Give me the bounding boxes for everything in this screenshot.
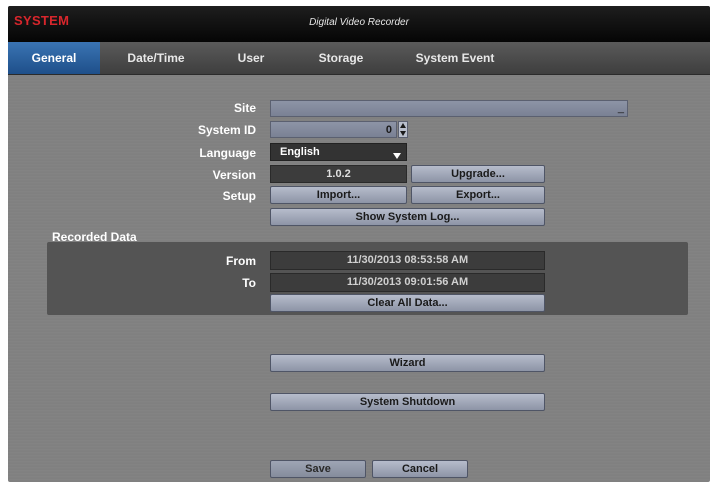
- dvr-window: SYSTEM Digital Video Recorder General Da…: [8, 6, 710, 482]
- from-label: From: [226, 254, 256, 268]
- triangle-up-icon[interactable]: [400, 123, 406, 128]
- system-id-input[interactable]: 0: [270, 121, 397, 138]
- system-id-stepper[interactable]: [398, 121, 408, 138]
- clear-all-data-button[interactable]: Clear All Data...: [270, 294, 545, 312]
- language-dropdown[interactable]: English: [270, 143, 407, 161]
- tab-user[interactable]: User: [216, 42, 286, 74]
- setup-label: Setup: [222, 189, 256, 203]
- tab-general[interactable]: General: [8, 42, 100, 74]
- version-value: 1.0.2: [270, 165, 407, 183]
- app-title: Digital Video Recorder: [309, 17, 409, 28]
- to-value: 11/30/2013 09:01:56 AM: [270, 273, 545, 292]
- tab-date-time[interactable]: Date/Time: [110, 42, 202, 74]
- text-cursor: _: [617, 102, 624, 114]
- system-id-value: 0: [385, 124, 392, 136]
- language-value: English: [280, 146, 320, 158]
- title-bar: SYSTEM Digital Video Recorder: [8, 6, 710, 42]
- version-label: Version: [212, 168, 256, 182]
- site-label: Site: [233, 101, 256, 115]
- system-id-label: System ID: [197, 123, 256, 137]
- triangle-down-icon[interactable]: [400, 131, 406, 136]
- wizard-button[interactable]: Wizard: [270, 354, 545, 372]
- show-system-log-button[interactable]: Show System Log...: [270, 208, 545, 226]
- export-button[interactable]: Export...: [411, 186, 545, 204]
- chevron-down-icon: [393, 153, 401, 159]
- to-label: To: [242, 276, 256, 290]
- system-shutdown-button[interactable]: System Shutdown: [270, 393, 545, 411]
- upgrade-button[interactable]: Upgrade...: [411, 165, 545, 183]
- save-button[interactable]: Save: [270, 460, 366, 478]
- tab-system-event[interactable]: System Event: [400, 42, 510, 74]
- language-label: Language: [199, 146, 256, 160]
- tab-bar: General Date/Time User Storage System Ev…: [8, 42, 710, 75]
- import-button[interactable]: Import...: [270, 186, 407, 204]
- tab-storage[interactable]: Storage: [298, 42, 384, 74]
- cancel-button[interactable]: Cancel: [372, 460, 468, 478]
- site-input[interactable]: _: [270, 100, 628, 117]
- from-value: 11/30/2013 08:53:58 AM: [270, 251, 545, 270]
